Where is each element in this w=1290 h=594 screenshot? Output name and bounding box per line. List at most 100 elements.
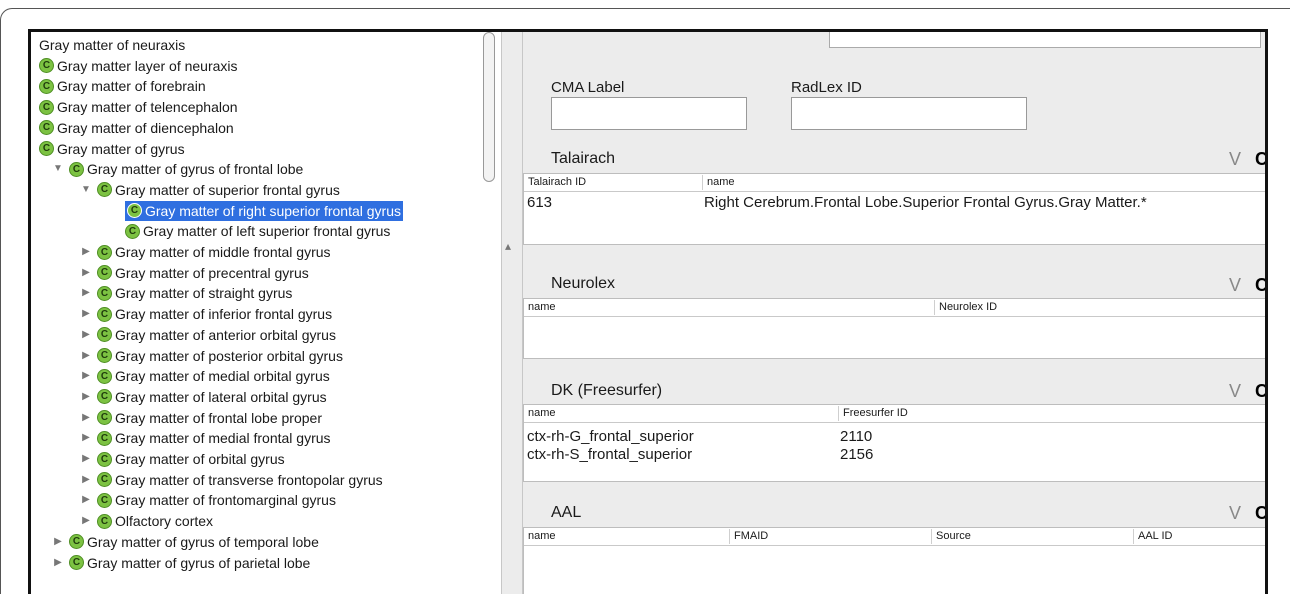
tree-item[interactable]: ▶ C Gray matter of middle frontal gyrus	[79, 242, 330, 262]
class-c-icon: C	[39, 78, 54, 94]
dk-vc-controls: VC	[1229, 381, 1265, 402]
tree-item[interactable]: ▶ C Gray matter of transverse frontopolar …	[79, 470, 383, 490]
tree-item[interactable]: ▶ C Gray matter of anterior orbital gyrus	[79, 325, 336, 345]
tree-item-label: Gray matter of lateral orbital gyrus	[115, 388, 327, 405]
tree-item[interactable]: Gray matter of neuraxis	[39, 35, 185, 55]
tree-item[interactable]: C Gray matter of left superior frontal gy…	[125, 221, 390, 241]
aal-c-button[interactable]: C	[1255, 503, 1265, 523]
column-header[interactable]: Talairach ID	[524, 175, 702, 190]
tree-item[interactable]: ▶ C Gray matter of inferior frontal gyrus	[79, 304, 332, 324]
disclosure-collapsed-icon[interactable]: ▶	[79, 387, 93, 407]
tree-item[interactable]: ▶ C Gray matter of lateral orbital gyrus	[79, 387, 327, 407]
class-c-icon: C	[97, 492, 112, 508]
class-c-icon: C	[97, 327, 112, 343]
tree-item[interactable]: ▶ C Gray matter of frontomarginal gyrus	[79, 490, 336, 510]
column-header[interactable]: name	[524, 300, 934, 315]
divider-grip-icon[interactable]: ▴	[505, 239, 511, 253]
tree-item[interactable]: ▶ C Gray matter of gyrus of parietal lobe	[51, 553, 310, 573]
tree-item-label: Gray matter of frontomarginal gyrus	[115, 492, 336, 509]
tree-item[interactable]: ▶ C Gray matter of medial orbital gyrus	[79, 366, 330, 386]
dk-id-cell[interactable]: 2110	[840, 428, 872, 445]
disclosure-collapsed-icon[interactable]: ▶	[79, 263, 93, 283]
tree-item[interactable]: C Gray matter layer of neuraxis	[39, 56, 238, 76]
dk-id-cell[interactable]: 2156	[840, 446, 873, 463]
talairach-id-cell[interactable]: 613	[527, 194, 552, 211]
tree-scrollbar[interactable]	[483, 32, 495, 182]
dk-v-button[interactable]: V	[1229, 381, 1241, 401]
radlex-id-input[interactable]	[791, 97, 1027, 130]
cma-label-input[interactable]	[551, 97, 747, 130]
dk-section-title: DK (Freesurfer)	[551, 382, 663, 399]
disclosure-expanded-icon[interactable]: ▼	[79, 180, 93, 200]
disclosure-expanded-icon[interactable]: ▼	[51, 159, 65, 179]
class-c-icon: C	[39, 120, 54, 136]
disclosure-collapsed-icon[interactable]: ▶	[79, 449, 93, 469]
aal-table-header: name FMAID Source AAL ID	[524, 528, 1265, 546]
tree-item[interactable]: C Gray matter of right superior frontal g…	[125, 200, 403, 221]
disclosure-collapsed-icon[interactable]: ▶	[79, 242, 93, 262]
class-c-icon: C	[97, 265, 112, 281]
disclosure-collapsed-icon[interactable]: ▶	[79, 346, 93, 366]
tree-item[interactable]: ▶ C Gray matter of frontal lobe proper	[79, 408, 322, 428]
radlex-id-heading: RadLex ID	[791, 79, 862, 96]
column-header[interactable]: Neurolex ID	[934, 300, 1265, 315]
tree-item[interactable]: C Gray matter of diencephalon	[39, 118, 234, 138]
column-header[interactable]: FMAID	[729, 529, 931, 544]
disclosure-collapsed-icon[interactable]: ▶	[79, 325, 93, 345]
tree-item[interactable]: C Gray matter of telencephalon	[39, 97, 238, 117]
tree-item[interactable]: ▶ C Gray matter of precentral gyrus	[79, 263, 309, 283]
disclosure-collapsed-icon[interactable]: ▶	[79, 428, 93, 448]
column-header[interactable]: Source	[931, 529, 1133, 544]
column-header[interactable]: name	[702, 175, 1265, 190]
split-pane-divider[interactable]: ▴	[501, 32, 523, 594]
class-c-icon: C	[97, 513, 112, 529]
class-c-icon: C	[39, 141, 54, 156]
tree-item-label: Gray matter of medial frontal gyrus	[115, 430, 331, 447]
dk-c-button[interactable]: C	[1255, 381, 1265, 401]
tree-item[interactable]: ▶ C Gray matter of gyrus of temporal lobe	[51, 532, 319, 552]
disclosure-collapsed-icon[interactable]: ▶	[51, 553, 65, 573]
tree-item[interactable]: ▶ C Gray matter of posterior orbital gyrus	[79, 346, 343, 366]
tree-item-label: Gray matter of forebrain	[57, 78, 206, 95]
aal-section-title: AAL	[551, 504, 582, 521]
talairach-vc-controls: VC	[1229, 149, 1265, 170]
tree-item[interactable]: ▶ C Gray matter of medial frontal gyrus	[79, 428, 331, 448]
column-header[interactable]: name	[524, 529, 729, 544]
column-header[interactable]: AAL ID	[1133, 529, 1265, 544]
disclosure-collapsed-icon[interactable]: ▶	[79, 408, 93, 428]
tree-item[interactable]: ▼ C Gray matter of gyrus of frontal lobe	[51, 159, 303, 179]
disclosure-collapsed-icon[interactable]: ▶	[79, 511, 93, 531]
tree-item[interactable]: ▼ C Gray matter of superior frontal gyrus	[79, 180, 340, 200]
dk-name-cell[interactable]: ctx-rh-G_frontal_superior	[527, 428, 694, 445]
neurolex-v-button[interactable]: V	[1229, 275, 1241, 295]
tree-item[interactable]: C Gray matter of forebrain	[39, 76, 206, 96]
disclosure-collapsed-icon[interactable]: ▶	[79, 470, 93, 490]
talairach-name-cell[interactable]: Right Cerebrum.Frontal Lobe.Superior Fro…	[704, 194, 1147, 211]
class-c-icon: C	[97, 348, 112, 363]
ontology-tree[interactable]: Gray matter of neuraxis C Gray matter laye…	[31, 32, 501, 594]
disclosure-collapsed-icon[interactable]: ▶	[51, 532, 65, 552]
class-c-icon: C	[39, 99, 54, 115]
tree-item[interactable]: ▶ C Gray matter of orbital gyrus	[79, 449, 284, 469]
talairach-v-button[interactable]: V	[1229, 149, 1241, 169]
class-c-icon: C	[127, 203, 142, 219]
neurolex-c-button[interactable]: C	[1255, 275, 1265, 295]
dk-name-cell[interactable]: ctx-rh-S_frontal_superior	[527, 446, 692, 463]
class-c-icon: C	[125, 223, 140, 239]
disclosure-collapsed-icon[interactable]: ▶	[79, 304, 93, 324]
tree-item-label: Gray matter of gyrus of parietal lobe	[87, 554, 311, 571]
disclosure-collapsed-icon[interactable]: ▶	[79, 490, 93, 510]
class-c-icon: C	[97, 285, 112, 301]
disclosure-collapsed-icon[interactable]: ▶	[79, 366, 93, 386]
aal-v-button[interactable]: V	[1229, 503, 1241, 523]
tree-item[interactable]: ▶ C Olfactory cortex	[79, 511, 213, 531]
tree-item[interactable]: C Gray matter of gyrus	[39, 139, 185, 159]
talairach-c-button[interactable]: C	[1255, 149, 1265, 169]
top-text-field[interactable]	[829, 32, 1261, 48]
column-header[interactable]: name	[524, 406, 838, 421]
disclosure-collapsed-icon[interactable]: ▶	[79, 283, 93, 303]
class-c-icon: C	[69, 555, 84, 570]
column-header[interactable]: Freesurfer ID	[838, 406, 1265, 421]
tree-item[interactable]: ▶ C Gray matter of straight gyrus	[79, 283, 292, 303]
tree-item-label: Gray matter of inferior frontal gyrus	[115, 306, 333, 323]
